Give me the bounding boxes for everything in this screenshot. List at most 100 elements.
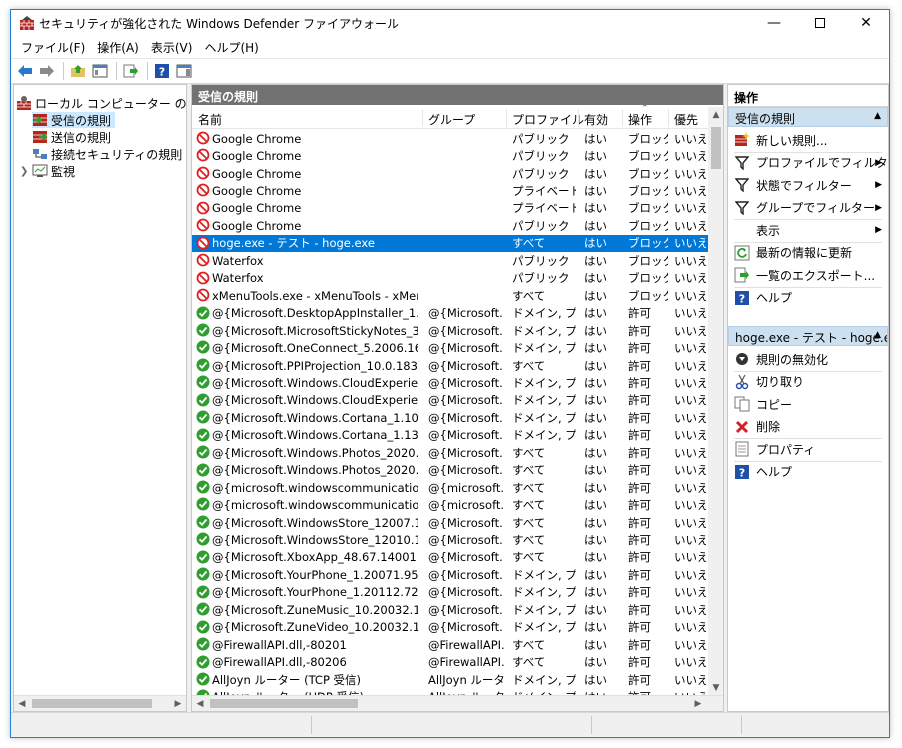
action-item[interactable]: 切り取り: [728, 372, 888, 392]
table-row[interactable]: Google Chrome プライベートはい ブロックいいえ: [192, 200, 708, 217]
menu-help[interactable]: ヘルプ(H): [198, 39, 264, 56]
column-separator[interactable]: [578, 109, 579, 127]
column-header-enabled[interactable]: 有効: [584, 111, 608, 128]
table-row[interactable]: @{Microsoft.DesktopAppInstaller_1.0.413.…: [192, 305, 708, 322]
submenu-arrow-icon: ▶: [875, 202, 882, 213]
tree-item-inbound-rules[interactable]: 受信の規則: [32, 112, 116, 128]
tree-horizontal-scrollbar[interactable]: ◀ ▶: [14, 695, 186, 711]
close-button[interactable]: ✕: [843, 10, 889, 36]
tree-scroll-thumb[interactable]: [32, 699, 152, 708]
rules-scroll-thumb[interactable]: [711, 127, 721, 169]
table-row[interactable]: Waterfox パブリックはい ブロックいいえ: [192, 252, 708, 269]
table-row[interactable]: @FirewallAPI.dll,-80201 @FirewallAPI... すべ…: [192, 636, 708, 653]
help-button[interactable]: ?: [152, 61, 172, 81]
action-item[interactable]: 表示 ▶: [728, 220, 888, 240]
rules-horizontal-scrollbar[interactable]: ◀ ▶: [192, 695, 723, 711]
table-row[interactable]: Google Chrome パブリックはい ブロックいいえ: [192, 217, 708, 234]
table-row[interactable]: xMenuTools.exe - xMenuTools - xMenuT... す…: [192, 287, 708, 304]
rules-vertical-scrollbar[interactable]: ▲ ▼: [708, 107, 723, 696]
tree-item-outbound-rules[interactable]: 送信の規則: [32, 129, 111, 145]
tree-root[interactable]: ローカル コンピューター のセキュリティ: [16, 95, 186, 111]
action-item[interactable]: ? ヘルプ: [728, 462, 888, 482]
scroll-left-icon[interactable]: ◀: [14, 696, 30, 711]
scroll-down-icon[interactable]: ▼: [708, 680, 723, 696]
maximize-button[interactable]: [797, 10, 843, 36]
column-separator[interactable]: [506, 109, 507, 127]
scroll-left-icon[interactable]: ◀: [192, 696, 208, 711]
rule-profile: プライベート: [512, 184, 576, 199]
rule-enabled: はい: [584, 149, 607, 164]
title-bar[interactable]: セキュリティが強化された Windows Defender ファイアウォール —…: [11, 10, 889, 36]
table-row[interactable]: @{Microsoft.OneConnect_5.2006.1691.0_...…: [192, 339, 708, 356]
table-row[interactable]: @{Microsoft.YourPhone_1.20071.95.0_x6...…: [192, 566, 708, 583]
table-row[interactable]: @{Microsoft.YourPhone_1.20112.72.0_x6...…: [192, 584, 708, 601]
column-header-profile[interactable]: プロファイル: [512, 111, 584, 128]
menu-action[interactable]: 操作(A): [91, 39, 145, 56]
table-row[interactable]: Google Chrome パブリックはい ブロックいいえ: [192, 147, 708, 164]
menu-view[interactable]: 表示(V): [145, 39, 199, 56]
tree-item-connection-security[interactable]: 接続セキュリティの規則: [32, 146, 182, 162]
action-item[interactable]: 最新の情報に更新: [728, 243, 888, 263]
action-item[interactable]: 新しい規則...: [728, 130, 888, 150]
table-row[interactable]: @{Microsoft.Windows.Photos_2020.2007... @…: [192, 444, 708, 461]
action-item[interactable]: ? ヘルプ: [728, 288, 888, 308]
table-row[interactable]: Google Chrome パブリックはい ブロックいいえ: [192, 130, 708, 147]
column-separator[interactable]: [668, 109, 669, 127]
back-button[interactable]: [15, 61, 35, 81]
table-row[interactable]: @{Microsoft.MicrosoftStickyNotes_3.7.14.…: [192, 322, 708, 339]
table-row[interactable]: @{Microsoft.ZuneVideo_10.20032.16211....…: [192, 619, 708, 636]
column-separator[interactable]: [622, 109, 623, 127]
table-row[interactable]: @{Microsoft.WindowsStore_12010.1001.3...…: [192, 531, 708, 548]
table-row[interactable]: @{microsoft.windowscommunicationsap... @{…: [192, 496, 708, 513]
menu-file[interactable]: ファイル(F): [15, 39, 91, 56]
action-item[interactable]: コピー: [728, 394, 888, 414]
table-row[interactable]: @{microsoft.windowscommunicationsap... @{…: [192, 479, 708, 496]
table-row[interactable]: @{Microsoft.Windows.CloudExperience... @{…: [192, 374, 708, 391]
minimize-button[interactable]: —: [751, 10, 797, 36]
column-separator[interactable]: [422, 109, 423, 127]
forward-button[interactable]: [37, 61, 57, 81]
table-row[interactable]: Google Chrome プライベートはい ブロックいいえ: [192, 182, 708, 199]
collapse-up-icon[interactable]: ▲: [874, 111, 881, 121]
table-row[interactable]: AllJoyn ルーター (TCP 受信) AllJoyn ルータードメイン, プ…: [192, 671, 708, 688]
action-item[interactable]: グループでフィルター ▶: [728, 198, 888, 218]
console-tree-button[interactable]: [90, 61, 110, 81]
table-row[interactable]: @FirewallAPI.dll,-80206 @FirewallAPI... すべ…: [192, 654, 708, 671]
up-folder-button[interactable]: [68, 61, 88, 81]
table-row[interactable]: @{Microsoft.ZuneMusic_10.20032.12611....…: [192, 601, 708, 618]
rule-enabled: はい: [584, 288, 607, 303]
column-header-name[interactable]: 名前: [198, 111, 222, 128]
actions-section-selected-rule[interactable]: hoge.exe - テスト - hoge.exe ▲: [728, 326, 888, 346]
rule-name: @FirewallAPI.dll,-80201: [212, 637, 347, 652]
table-row[interactable]: @{Microsoft.XboxApp_48.67.14001.0_x64...…: [192, 549, 708, 566]
action-item[interactable]: 削除: [728, 417, 888, 437]
table-row[interactable]: @{Microsoft.Windows.CloudExperience... @{…: [192, 392, 708, 409]
table-row[interactable]: @{Microsoft.PPIProjection_10.0.18362.44.…: [192, 357, 708, 374]
table-row[interactable]: Google Chrome パブリックはい ブロックいいえ: [192, 165, 708, 182]
rules-hscroll-thumb[interactable]: [210, 699, 358, 708]
action-item[interactable]: プロファイルでフィルター ▶: [728, 153, 888, 173]
action-pane-button[interactable]: [174, 61, 194, 81]
action-item[interactable]: 一覧のエクスポート...: [728, 265, 888, 285]
rule-group: AllJoyn ルーター: [428, 672, 504, 687]
collapse-up-icon[interactable]: ▲: [874, 330, 881, 340]
scroll-right-icon[interactable]: ▶: [170, 696, 186, 711]
action-item[interactable]: プロパティ: [728, 439, 888, 459]
table-row[interactable]: hoge.exe - テスト - hoge.exe すべて はい ブロックいいえ: [192, 234, 708, 253]
action-item[interactable]: 状態でフィルター ▶: [728, 175, 888, 195]
rule-action: ブロック: [628, 149, 668, 164]
action-item[interactable]: 規則の無効化: [728, 349, 888, 369]
tree-item-monitoring[interactable]: ❯ 監視: [20, 163, 75, 179]
table-row[interactable]: @{Microsoft.Windows.Photos_2020.2009... @…: [192, 462, 708, 479]
table-row[interactable]: @{Microsoft.Windows.Cortana_1.10.7.17...…: [192, 409, 708, 426]
scroll-right-icon[interactable]: ▶: [690, 696, 706, 711]
table-row[interactable]: @{Microsoft.Windows.Cortana_1.13.0.18...…: [192, 427, 708, 444]
actions-section-inbound[interactable]: 受信の規則 ▲: [728, 107, 888, 127]
column-header-override[interactable]: 優先: [674, 111, 698, 128]
table-row[interactable]: @{Microsoft.WindowsStore_12007.1001.2...…: [192, 514, 708, 531]
column-header-group[interactable]: グループ: [428, 111, 475, 128]
maximize-icon: [815, 18, 825, 28]
table-row[interactable]: Waterfox パブリックはい ブロックいいえ: [192, 270, 708, 287]
export-button[interactable]: [121, 61, 141, 81]
scroll-up-icon[interactable]: ▲: [708, 107, 723, 123]
